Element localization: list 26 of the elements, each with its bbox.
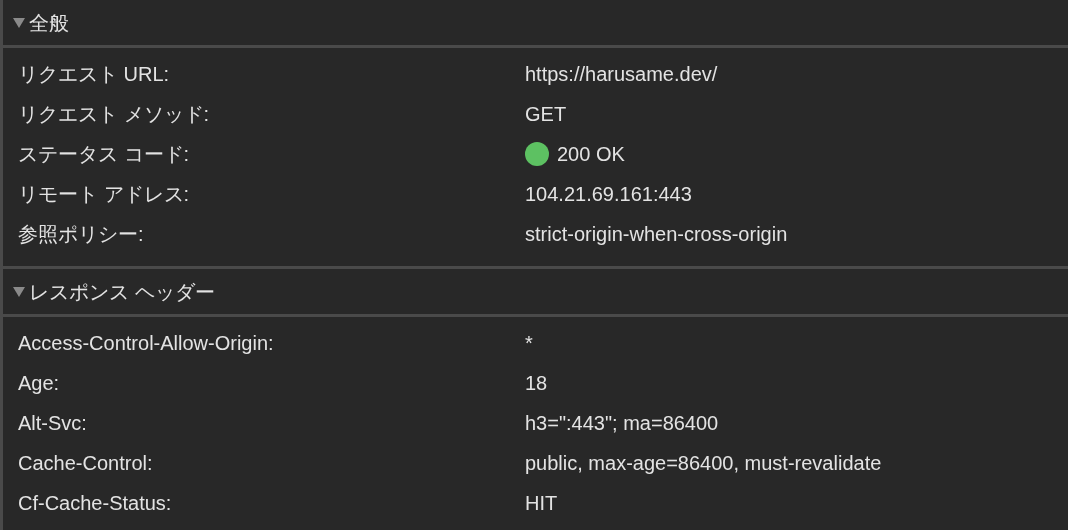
header-value: 18 [525,371,548,396]
header-name: リモート アドレス: [18,183,190,205]
header-name: Access-Control-Allow-Origin: [18,332,274,354]
header-name: 参照ポリシー: [18,223,144,245]
header-name: Cache-Control: [18,452,153,474]
header-value: public, max-age=86400, must-revalidate [525,451,882,476]
header-name: リクエスト メソッド: [18,103,210,125]
section-header[interactable]: 全般 [3,0,1068,48]
header-name: Alt-Svc: [18,412,87,434]
header-value: strict-origin-when-cross-origin [525,222,788,247]
header-value: 104.21.69.161:443 [525,182,692,207]
collapse-triangle-icon [13,285,25,298]
header-value: https://harusame.dev/ [525,62,718,87]
header-value: 200 OK [557,142,625,167]
header-name: ステータス コード: [18,143,190,165]
collapse-triangle-icon [13,16,25,29]
section-title: レスポンス ヘッダー [29,279,215,305]
header-name: リクエスト URL: [18,63,170,85]
header-value: HIT [525,491,558,516]
header-value: * [525,331,533,356]
header-name: Age: [18,372,60,394]
header-value: GET [525,102,567,127]
section-title: 全般 [29,10,69,36]
header-name: Cf-Cache-Status: [18,492,172,514]
section-header[interactable]: レスポンス ヘッダー [3,269,1068,317]
header-value: h3=":443"; ma=86400 [525,411,719,436]
